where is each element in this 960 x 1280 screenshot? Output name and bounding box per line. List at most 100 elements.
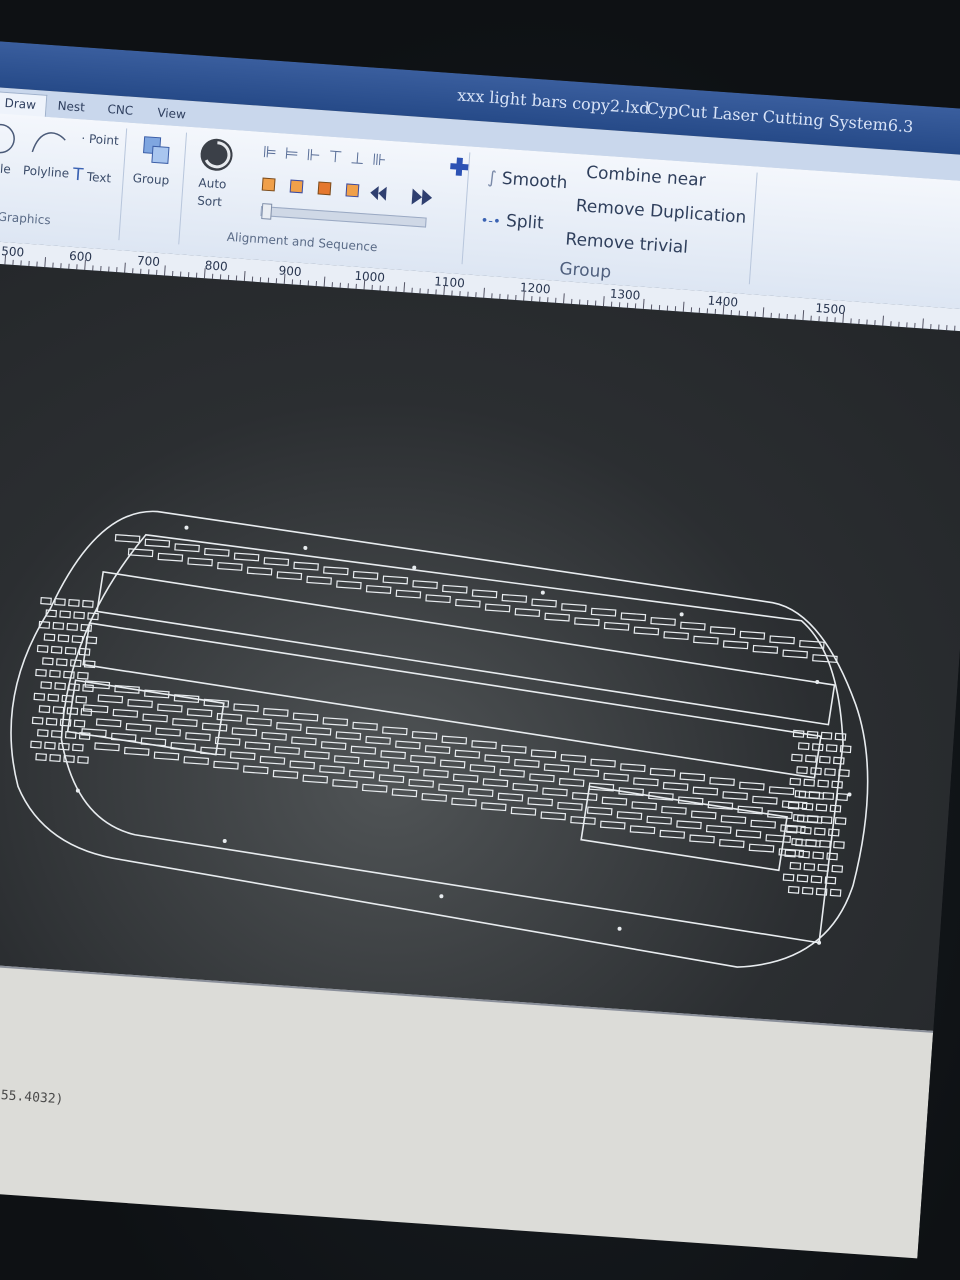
smooth-label: Smooth (501, 168, 568, 194)
order-icons-row[interactable] (260, 174, 391, 208)
brick-cutout (662, 781, 689, 791)
align-icons-row[interactable]: ⊫⊨⊩⊤⊥⊪ (262, 142, 395, 170)
ruler-tick (762, 307, 765, 318)
group-button[interactable]: Group (132, 171, 169, 188)
graphics-group-label: Graphics (0, 209, 52, 228)
circle-button[interactable]: Circle (0, 160, 11, 176)
brick-cutout (454, 749, 481, 759)
ruler-tick (4, 254, 7, 265)
brick-cutout (50, 730, 63, 739)
ruler-tick (882, 315, 884, 326)
brick-cutout (769, 635, 795, 645)
remove-trivial-button[interactable]: Remove trivial (565, 229, 689, 258)
cad-drawing[interactable] (0, 261, 960, 1030)
brick-cutout (832, 756, 845, 765)
brick-cutout (35, 668, 47, 677)
drawing-canvas[interactable] (0, 261, 960, 1031)
circle-icon[interactable] (0, 121, 18, 157)
brick-cutout (144, 538, 171, 548)
brick-cutout (649, 767, 676, 777)
brick-cutout (620, 612, 647, 622)
brick-cutout (601, 796, 628, 806)
brick-cutout (424, 745, 451, 755)
brick-cutout (514, 758, 540, 768)
brick-cutout (836, 793, 849, 801)
brick-cutout (33, 692, 46, 701)
brick-cutout (693, 635, 719, 645)
brick-cutout (350, 745, 377, 755)
brick-cutout (49, 669, 61, 678)
brick-cutout (484, 603, 511, 613)
split-button[interactable]: •-• Split (480, 209, 544, 234)
pierce-point-marker (222, 839, 227, 844)
brick-cutout (782, 873, 795, 882)
optimize-group-label: Group (558, 259, 612, 283)
smooth-button[interactable]: ∫ Smooth (487, 168, 568, 194)
brick-cutout (47, 693, 60, 702)
brick-cutout (527, 797, 554, 807)
brick-cutout (467, 788, 494, 797)
text-icon: T (72, 164, 84, 186)
ruler-label: 1000 (353, 268, 386, 285)
brick-cutout (705, 824, 732, 834)
brick-cutout (52, 621, 65, 630)
brick-cutout (540, 811, 567, 821)
point-button[interactable]: · Point (81, 131, 119, 148)
brick-cutout (789, 777, 802, 786)
brick-cutout (442, 584, 468, 594)
text-button[interactable]: T Text (72, 165, 112, 188)
slider-thumb[interactable] (261, 203, 273, 220)
brick-cutout (319, 765, 345, 774)
brick-cutout (57, 634, 70, 643)
brick-cutout (261, 731, 287, 741)
brick-cutout (242, 765, 269, 775)
brick-cutout (768, 786, 795, 796)
brick-cutout (833, 840, 845, 849)
brick-cutout (408, 778, 435, 788)
brick-cutout (471, 740, 497, 750)
brick-cutout (787, 885, 800, 894)
brick-cutout (765, 834, 792, 844)
auto-sort-label-1[interactable]: Auto (198, 176, 227, 192)
brick-cutout (810, 875, 823, 884)
brick-cutout (789, 861, 802, 870)
polyline-button[interactable]: Polyline (23, 163, 70, 180)
brick-cutout (333, 755, 360, 765)
brick-cutout (573, 768, 600, 778)
ruler-tick (922, 318, 924, 329)
ruler-tick (802, 310, 805, 321)
brick-cutout (558, 777, 585, 787)
brick-cutout (739, 781, 765, 791)
brick-cutout (815, 803, 828, 812)
fast-forward-icon[interactable] (409, 186, 440, 208)
brick-cutout (55, 658, 68, 667)
brick-cutout (263, 557, 290, 567)
combine-near-button[interactable]: Combine near (586, 163, 707, 191)
alignment-group-label: Alignment and Sequence (226, 229, 378, 255)
brick-cutout (797, 742, 810, 751)
brick-cutout (659, 829, 686, 839)
brick-cutout (817, 779, 830, 788)
brick-cutout (819, 839, 831, 848)
brick-cutout (262, 707, 289, 717)
polyline-icon[interactable] (28, 124, 70, 161)
ruler-tick (44, 257, 47, 268)
brick-cutout (817, 863, 830, 872)
brick-cutout (801, 802, 814, 811)
brick-cutout (391, 788, 418, 798)
brick-cutout (68, 598, 80, 607)
tab-cnc[interactable]: CNC (97, 98, 144, 123)
brick-cutout (720, 815, 747, 825)
auto-sort-label-2[interactable]: Sort (197, 194, 223, 210)
brick-cutout (820, 815, 833, 824)
brick-cutout (796, 766, 808, 775)
sequence-slider[interactable] (260, 203, 427, 228)
brick-cutout (782, 649, 808, 659)
brick-cutout (480, 802, 507, 812)
brick-cutout (38, 705, 51, 714)
remove-duplication-button[interactable]: Remove Duplication (575, 196, 747, 228)
brick-cutout (233, 552, 260, 562)
brick-cutout (157, 552, 184, 562)
brick-cutout (451, 797, 477, 807)
brick-cutout (752, 644, 779, 654)
